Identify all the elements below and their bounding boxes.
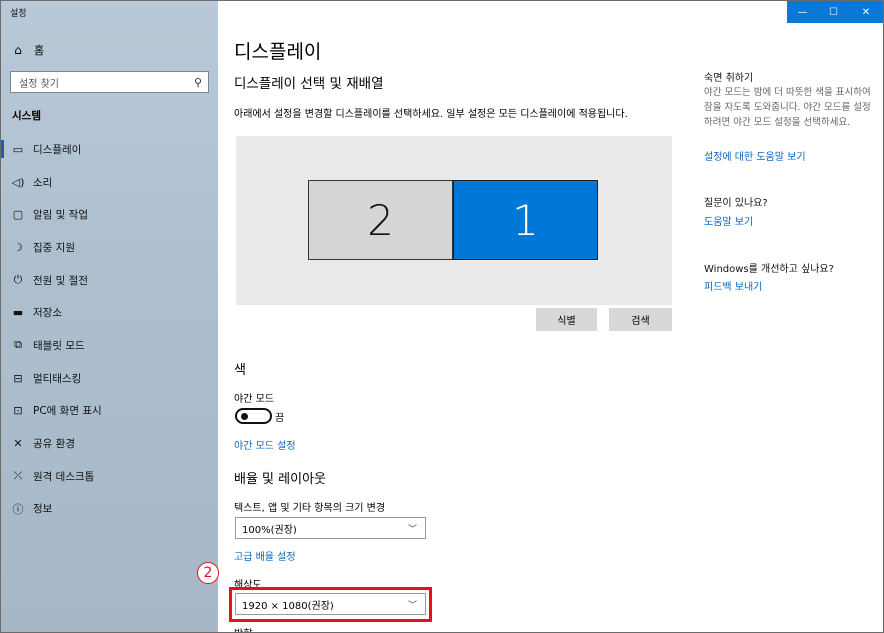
- window-controls: — ☐ ✕: [787, 1, 883, 23]
- search-icon: ⚲: [193, 75, 202, 89]
- moon-icon: ☽: [13, 240, 23, 254]
- sidebar-item-label: 소리: [33, 176, 53, 189]
- sidebar-item-label: 정보: [33, 503, 53, 516]
- sleep-description: 야간 모드는 밤에 더 따뜻한 색을 표시하여 잠을 자도록 도와줍니다. 야간…: [704, 87, 871, 128]
- sidebar-item-project[interactable]: ⊡ PC에 화면 표시: [1, 395, 218, 428]
- home-icon: ⌂: [14, 43, 22, 57]
- color-title: 색: [234, 363, 246, 378]
- home-label: 홈: [34, 44, 45, 57]
- display-2[interactable]: 2: [308, 180, 453, 260]
- maximize-button[interactable]: ☐: [818, 1, 849, 23]
- identify-button[interactable]: 식별: [536, 308, 597, 331]
- display-select-description: 아래에서 설정을 변경할 디스플레이를 선택하세요. 일부 설정은 모든 디스플…: [234, 109, 628, 120]
- feedback-link[interactable]: 피드백 보내기: [704, 278, 762, 293]
- resolution-highlight-box: [229, 587, 432, 622]
- improve-windows-title: Windows를 개선하고 싶나요?: [704, 264, 834, 275]
- search-input[interactable]: 설정 찾기 ⚲: [10, 71, 209, 93]
- display-select-title: 디스플레이 선택 및 재배열: [234, 76, 384, 92]
- monitor-icon: ▭: [12, 142, 24, 156]
- sidebar-item-notifications[interactable]: ▢ 알림 및 작업: [1, 198, 218, 231]
- scale-label: 텍스트, 앱 및 기타 항목의 크기 변경: [234, 503, 386, 514]
- multitasking-icon: ⊟: [13, 371, 23, 385]
- sidebar-item-home[interactable]: ⌂ 홈: [11, 41, 44, 59]
- minimize-button[interactable]: —: [787, 1, 818, 23]
- sidebar-item-tablet-mode[interactable]: ⧉ 태블릿 모드: [1, 329, 218, 362]
- settings-window: 설정 ⌂ 홈 설정 찾기 ⚲ 시스템 ▭ 디스플레이 ◁) 소리 ▢ 알림 및 …: [0, 0, 884, 633]
- sleep-title: 숙면 취하기: [704, 73, 754, 84]
- advanced-scaling-link[interactable]: 고급 배율 설정: [234, 548, 296, 563]
- chevron-down-icon: ﹀: [407, 524, 417, 535]
- sidebar-item-power[interactable]: ⏻ 전원 및 절전: [1, 264, 218, 297]
- sidebar-item-label: 원격 데스크톱: [33, 470, 95, 483]
- sidebar-item-label: 공유 환경: [33, 438, 75, 451]
- scale-layout-title: 배율 및 레이아웃: [234, 472, 326, 487]
- sidebar-item-focus-assist[interactable]: ☽ 집중 지원: [1, 231, 218, 264]
- speaker-icon: ◁): [11, 175, 25, 189]
- night-light-settings-link[interactable]: 야간 모드 설정: [234, 437, 296, 452]
- sidebar-item-shared[interactable]: ✕ 공유 환경: [1, 427, 218, 460]
- question-title: 질문이 있나요?: [704, 198, 768, 209]
- display-1[interactable]: 1: [453, 180, 598, 260]
- page-title: 디스플레이: [234, 41, 322, 63]
- scale-value: 100%(권장): [242, 524, 297, 536]
- night-light-state: 끔: [275, 413, 285, 424]
- power-icon: ⏻: [13, 273, 23, 287]
- settings-help-link[interactable]: 설정에 대한 도움말 보기: [704, 148, 806, 163]
- remote-icon: ⤫: [13, 469, 23, 483]
- sidebar-item-label: 디스플레이: [33, 143, 82, 156]
- storage-icon: ▬: [12, 306, 24, 320]
- sidebar-item-multitasking[interactable]: ⊟ 멀티태스킹: [1, 362, 218, 395]
- scale-dropdown[interactable]: 100%(권장) ﹀: [235, 517, 426, 539]
- sidebar-item-label: 집중 지원: [33, 241, 75, 254]
- display-arrangement-area: 2 1: [236, 136, 672, 305]
- sidebar-item-about[interactable]: ⓘ 정보: [1, 493, 218, 526]
- night-light-toggle[interactable]: [235, 408, 272, 424]
- sidebar-item-remote-desktop[interactable]: ⤫ 원격 데스크톱: [1, 460, 218, 493]
- sidebar-item-storage[interactable]: ▬ 저장소: [1, 296, 218, 329]
- get-help-link[interactable]: 도움말 보기: [704, 213, 753, 228]
- project-icon: ⊡: [13, 404, 23, 418]
- annotation-badge: 2: [197, 562, 219, 584]
- sidebar-item-label: 알림 및 작업: [33, 209, 88, 222]
- search-placeholder: 설정 찾기: [19, 78, 59, 90]
- info-icon: ⓘ: [12, 502, 24, 516]
- sidebar-nav: ▭ 디스플레이 ◁) 소리 ▢ 알림 및 작업 ☽ 집중 지원 ⏻ 전원 및 절…: [1, 133, 218, 525]
- shared-icon: ✕: [13, 437, 23, 451]
- sidebar-item-display[interactable]: ▭ 디스플레이: [1, 133, 218, 166]
- detect-button[interactable]: 검색: [609, 308, 672, 331]
- sidebar: 설정 ⌂ 홈 설정 찾기 ⚲ 시스템 ▭ 디스플레이 ◁) 소리 ▢ 알림 및 …: [1, 1, 218, 632]
- app-title: 설정: [10, 9, 27, 19]
- orientation-label: 방향: [234, 625, 252, 632]
- sidebar-item-label: 멀티태스킹: [33, 372, 82, 385]
- sidebar-item-label: 태블릿 모드: [33, 339, 85, 352]
- sidebar-section-label: 시스템: [12, 110, 41, 122]
- sidebar-item-label: PC에 화면 표시: [33, 405, 102, 418]
- sidebar-item-label: 전원 및 절전: [33, 274, 88, 287]
- main-content: 디스플레이 디스플레이 선택 및 재배열 아래에서 설정을 변경할 디스플레이를…: [197, 1, 883, 632]
- close-button[interactable]: ✕: [849, 1, 883, 23]
- sidebar-item-sound[interactable]: ◁) 소리: [1, 166, 218, 199]
- toggle-knob: [241, 413, 248, 420]
- tablet-icon: ⧉: [14, 338, 22, 352]
- notification-icon: ▢: [12, 208, 24, 222]
- night-light-label: 야간 모드: [234, 394, 274, 405]
- sidebar-item-label: 저장소: [33, 307, 62, 320]
